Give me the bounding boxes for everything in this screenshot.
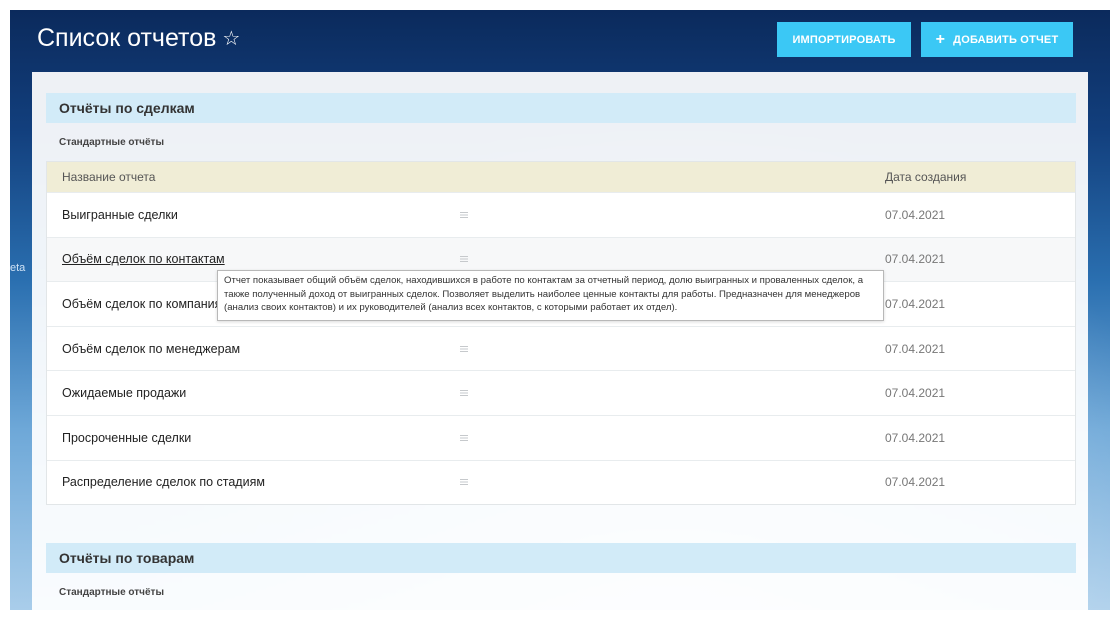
report-date: 07.04.2021: [885, 252, 946, 267]
drag-handle-icon[interactable]: [460, 390, 468, 397]
report-link[interactable]: Распределение сделок по стадиям: [62, 475, 265, 489]
column-header-date: Дата создания: [885, 170, 967, 184]
add-report-button[interactable]: + Добавить отчет: [921, 22, 1073, 57]
drag-handle-icon[interactable]: [460, 256, 468, 263]
section-subtitle-products: Стандартные отчёты: [59, 587, 164, 598]
report-description-tooltip: Отчет показывает общий объём сделок, нах…: [217, 270, 884, 321]
page-title: Список отчетов ☆: [37, 24, 240, 53]
section-subtitle-deals: Стандартные отчёты: [59, 137, 164, 148]
report-link[interactable]: Выигранные сделки: [62, 208, 178, 222]
table-row[interactable]: Выигранные сделки 07.04.2021: [47, 192, 1075, 237]
report-date: 07.04.2021: [885, 386, 946, 401]
table-row[interactable]: Распределение сделок по стадиям 07.04.20…: [47, 459, 1075, 505]
add-report-button-label: Добавить отчет: [953, 33, 1059, 46]
report-date: 07.04.2021: [885, 207, 946, 222]
report-date: 07.04.2021: [885, 430, 946, 445]
report-link[interactable]: Объём сделок по компаниям: [62, 297, 230, 311]
report-link[interactable]: Ожидаемые продажи: [62, 386, 186, 400]
section-header-products: Отчёты по товарам: [46, 543, 1076, 573]
section-header-deals: Отчёты по сделкам: [46, 93, 1076, 123]
drag-handle-icon[interactable]: [460, 434, 468, 441]
table-header: Название отчета Дата создания: [47, 162, 1075, 192]
report-date: 07.04.2021: [885, 296, 946, 311]
drag-handle-icon[interactable]: [460, 479, 468, 486]
table-row[interactable]: Объём сделок по менеджерам 07.04.2021: [47, 325, 1075, 371]
table-row[interactable]: Просроченные сделки 07.04.2021: [47, 414, 1075, 460]
content-panel: Отчёты по сделкам Стандартные отчёты Наз…: [32, 72, 1088, 610]
reports-table: Название отчета Дата создания Выигранные…: [46, 161, 1076, 506]
report-link[interactable]: Просроченные сделки: [62, 431, 191, 445]
drag-handle-icon[interactable]: [460, 211, 468, 218]
star-icon[interactable]: ☆: [222, 29, 240, 49]
import-button-label: Импортировать: [792, 33, 896, 46]
report-date: 07.04.2021: [885, 341, 946, 356]
import-button[interactable]: Импортировать: [777, 22, 911, 57]
report-date: 07.04.2021: [885, 475, 946, 490]
report-link[interactable]: Объём сделок по менеджерам: [62, 342, 240, 356]
column-header-name: Название отчета: [62, 170, 156, 184]
drag-handle-icon[interactable]: [460, 345, 468, 352]
table-row[interactable]: Ожидаемые продажи 07.04.2021: [47, 370, 1075, 415]
plus-icon: +: [935, 30, 946, 48]
sidebar-edge-text: eta: [10, 262, 26, 274]
page-title-text: Список отчетов: [37, 24, 217, 52]
report-link[interactable]: Объём сделок по контактам: [62, 252, 225, 266]
